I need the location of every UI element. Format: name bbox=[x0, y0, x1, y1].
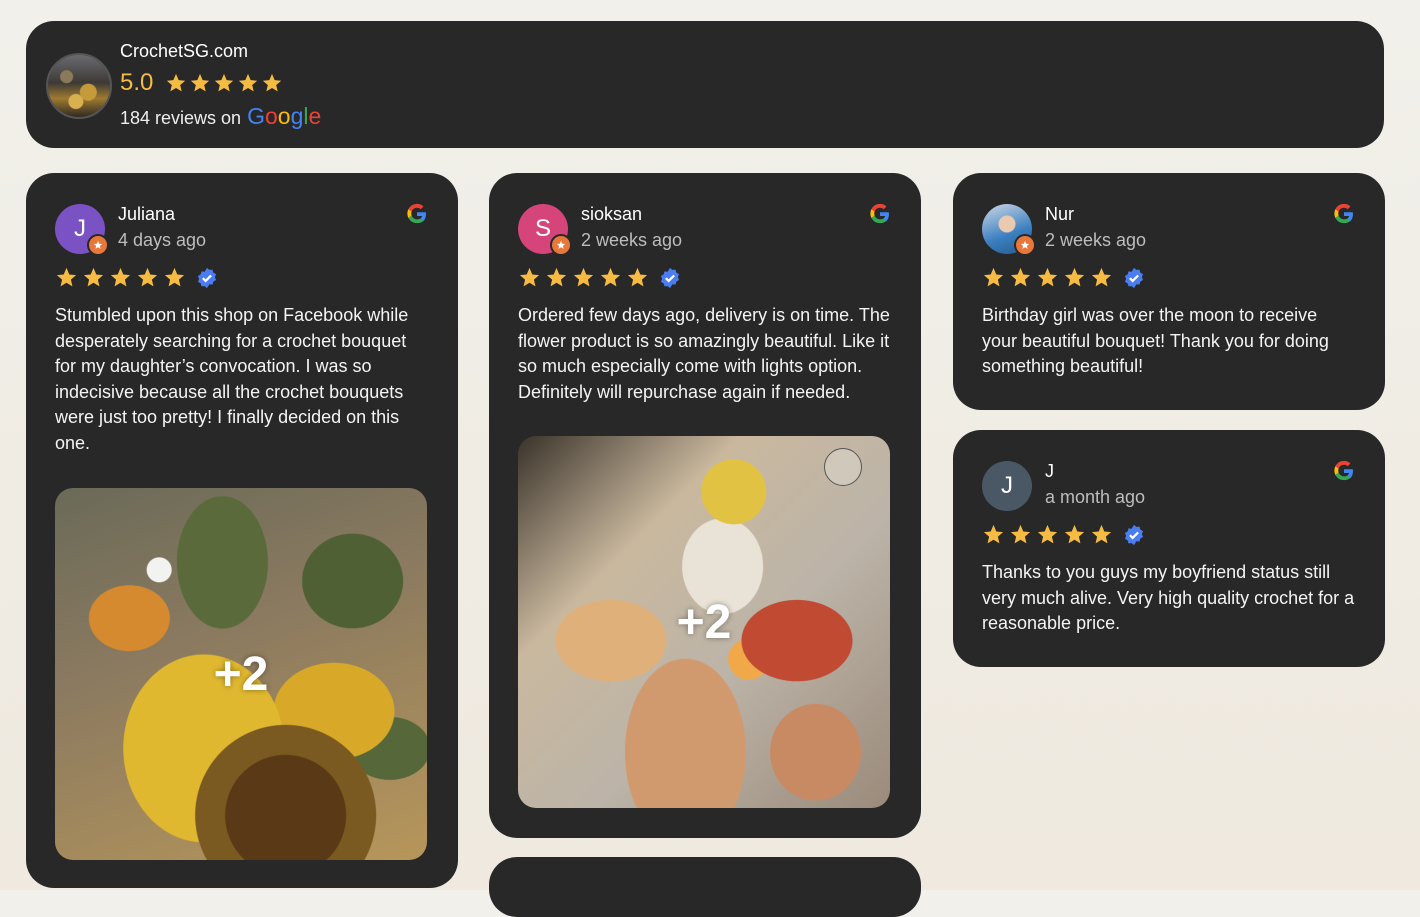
business-avatar[interactable] bbox=[46, 53, 112, 119]
review-photo[interactable]: +2 bbox=[55, 488, 427, 860]
google-g-icon bbox=[1334, 203, 1353, 224]
star-icon bbox=[983, 524, 1004, 544]
rating-stars bbox=[982, 266, 1145, 289]
verified-icon bbox=[1124, 524, 1144, 545]
review-text: Birthday girl was over the moon to recei… bbox=[982, 305, 1329, 376]
star-icon bbox=[190, 73, 210, 92]
reviewer-name[interactable]: Nur bbox=[1045, 204, 1074, 225]
star-icon bbox=[1037, 267, 1058, 287]
local-guide-badge-icon bbox=[87, 234, 109, 256]
review-card[interactable]: S sioksan 2 weeks ago Ordered few days a… bbox=[489, 173, 921, 838]
star-icon bbox=[983, 267, 1004, 287]
more-photos-count[interactable]: +2 bbox=[518, 436, 890, 808]
star-icon bbox=[238, 73, 258, 92]
star-icon bbox=[110, 267, 131, 287]
star-icon bbox=[1091, 524, 1112, 544]
avatar[interactable]: J bbox=[982, 461, 1032, 511]
review-text: Stumbled upon this shop on Facebook whil… bbox=[55, 305, 409, 453]
verified-icon bbox=[197, 267, 217, 288]
business-name[interactable]: CrochetSG.com bbox=[120, 41, 248, 62]
review-time: 2 weeks ago bbox=[1045, 230, 1147, 250]
local-guide-badge-icon bbox=[1014, 234, 1036, 256]
star-icon bbox=[164, 267, 185, 287]
rating-stars bbox=[518, 266, 681, 289]
review-time: a month ago bbox=[1045, 487, 1146, 507]
star-icon bbox=[1010, 524, 1031, 544]
business-rating: 5.0 bbox=[120, 69, 154, 96]
star-icon bbox=[214, 73, 234, 92]
business-stars bbox=[165, 72, 283, 94]
review-time: 4 days ago bbox=[118, 230, 207, 250]
star-icon bbox=[1064, 267, 1085, 287]
review-text: Ordered few days ago, delivery is on tim… bbox=[518, 305, 890, 402]
review-time: 2 weeks ago bbox=[581, 230, 683, 250]
star-icon bbox=[262, 73, 282, 92]
review-card-partial[interactable] bbox=[489, 857, 921, 917]
rating-stars bbox=[982, 523, 1145, 546]
local-guide-badge-icon bbox=[550, 234, 572, 256]
review-card[interactable]: J J a month ago Thanks to you guys my bo… bbox=[953, 430, 1385, 667]
review-card[interactable]: J Juliana 4 days ago Stumbled upon this … bbox=[26, 173, 458, 888]
verified-icon bbox=[660, 267, 680, 288]
review-card[interactable]: Nur 2 weeks ago Birthday girl was over t… bbox=[953, 173, 1385, 410]
review-photo[interactable]: +2 bbox=[518, 436, 890, 808]
star-icon bbox=[1064, 524, 1085, 544]
star-icon bbox=[137, 267, 158, 287]
star-icon bbox=[1037, 524, 1058, 544]
avatar[interactable] bbox=[982, 204, 1036, 256]
star-icon bbox=[573, 267, 594, 287]
rating-stars bbox=[55, 266, 218, 289]
business-header: CrochetSG.com 5.0 184 reviews on Google bbox=[26, 21, 1384, 148]
google-g-icon bbox=[407, 203, 426, 224]
star-icon bbox=[56, 267, 77, 287]
review-count[interactable]: 184 reviews on Google bbox=[120, 103, 321, 130]
more-photos-count[interactable]: +2 bbox=[55, 488, 427, 860]
star-icon bbox=[546, 267, 567, 287]
star-icon bbox=[166, 73, 186, 92]
star-icon bbox=[627, 267, 648, 287]
reviewer-name[interactable]: Juliana bbox=[118, 204, 175, 225]
review-count-text: 184 reviews on bbox=[120, 108, 242, 128]
avatar[interactable]: S bbox=[518, 204, 572, 256]
google-g-icon bbox=[1334, 460, 1353, 481]
reviewer-name[interactable]: J bbox=[1045, 461, 1054, 482]
star-icon bbox=[519, 267, 540, 287]
star-icon bbox=[83, 267, 104, 287]
star-icon bbox=[1010, 267, 1031, 287]
reviewer-name[interactable]: sioksan bbox=[581, 204, 642, 225]
google-logo: Google bbox=[247, 103, 322, 129]
star-icon bbox=[600, 267, 621, 287]
review-text: Thanks to you guys my boyfriend status s… bbox=[982, 562, 1355, 633]
google-g-icon bbox=[870, 203, 889, 224]
verified-icon bbox=[1124, 267, 1144, 288]
star-icon bbox=[1091, 267, 1112, 287]
avatar[interactable]: J bbox=[55, 204, 109, 256]
